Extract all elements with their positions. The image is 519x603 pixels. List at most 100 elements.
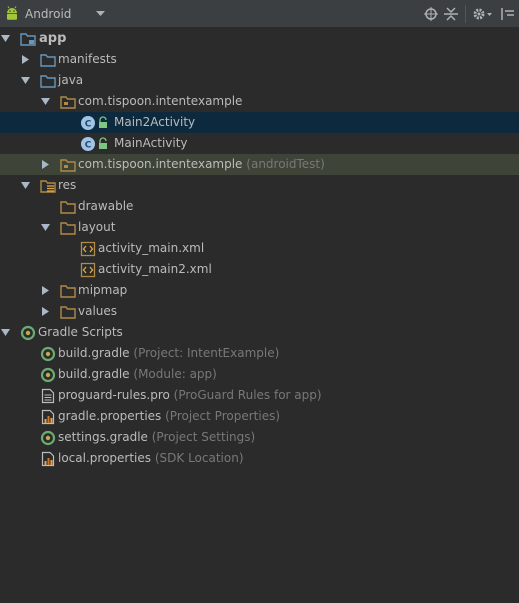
tree-item-activity-main2-xml[interactable]: activity_main2.xml	[0, 259, 519, 280]
expanded-arrow-icon[interactable]	[40, 96, 51, 107]
dropdown-arrow-icon[interactable]	[96, 9, 105, 18]
tree-label-text: proguard-rules.pro	[58, 388, 170, 402]
tree-label: com.tispoon.intentexample (androidTest)	[78, 157, 325, 172]
tree-item-values[interactable]: values	[0, 301, 519, 322]
class-icon: C	[80, 115, 96, 131]
collapsed-arrow-icon[interactable]	[20, 54, 31, 65]
tree-label: build.gradle (Module: app)	[58, 367, 217, 382]
tree-item-java[interactable]: java	[0, 70, 519, 91]
collapsed-arrow-icon[interactable]	[40, 285, 51, 296]
view-selector[interactable]: Android	[4, 4, 108, 24]
tree-label-text: settings.gradle	[58, 430, 148, 444]
tree-item-package-test[interactable]: com.tispoon.intentexample (androidTest)	[0, 154, 519, 175]
text-file-icon	[40, 388, 56, 404]
lock-icon	[97, 115, 113, 131]
tree-label: layout	[78, 220, 116, 234]
tree-item-activity-main-xml[interactable]: activity_main.xml	[0, 238, 519, 259]
expanded-arrow-icon[interactable]	[20, 75, 31, 86]
tree-label: app	[39, 31, 67, 46]
tree-label-hint: (androidTest)	[246, 157, 325, 171]
view-selector-label: Android	[25, 7, 72, 21]
lock-icon	[97, 136, 113, 152]
tree-label: Gradle Scripts	[38, 325, 123, 339]
folder-icon	[60, 220, 76, 236]
tree-label: java	[58, 73, 84, 87]
tree-label-hint: (SDK Location)	[154, 451, 244, 465]
tree-item-proguard-rules[interactable]: proguard-rules.pro (ProGuard Rules for a…	[0, 385, 519, 406]
gradle-icon	[40, 430, 56, 446]
collapsed-arrow-icon[interactable]	[40, 159, 51, 170]
tree-label: activity_main2.xml	[98, 262, 212, 276]
tree-item-build-gradle-project[interactable]: build.gradle (Project: IntentExample)	[0, 343, 519, 364]
expanded-arrow-icon[interactable]	[0, 327, 11, 338]
tree-item-local-properties[interactable]: local.properties (SDK Location)	[0, 448, 519, 469]
tree-label-text: gradle.properties	[58, 409, 162, 423]
tree-item-settings-gradle[interactable]: settings.gradle (Project Settings)	[0, 427, 519, 448]
module-folder-icon	[20, 31, 36, 47]
tree-label-text: build.gradle	[58, 367, 130, 381]
tree-label-text: com.tispoon.intentexample	[78, 157, 243, 171]
tree-label: build.gradle (Project: IntentExample)	[58, 346, 279, 361]
tree-item-build-gradle-module[interactable]: build.gradle (Module: app)	[0, 364, 519, 385]
package-icon	[60, 94, 76, 110]
tree-item-gradle-properties[interactable]: gradle.properties (Project Properties)	[0, 406, 519, 427]
class-icon: C	[80, 136, 96, 152]
android-icon	[4, 6, 20, 22]
tree-label: Main2Activity	[114, 115, 196, 129]
tree-item-main2activity[interactable]: C Main2Activity	[0, 112, 519, 133]
tree-item-mainactivity[interactable]: C MainActivity	[0, 133, 519, 154]
tree-item-drawable[interactable]: drawable	[0, 196, 519, 217]
tree-label: MainActivity	[114, 136, 188, 150]
gradle-icon	[40, 346, 56, 362]
tree-item-mipmap[interactable]: mipmap	[0, 280, 519, 301]
tree-label: settings.gradle (Project Settings)	[58, 430, 255, 445]
expanded-arrow-icon[interactable]	[20, 180, 31, 191]
tree-label: com.tispoon.intentexample	[78, 94, 243, 108]
tree-label: values	[78, 304, 118, 318]
tree-item-package-main[interactable]: com.tispoon.intentexample	[0, 91, 519, 112]
tree-item-layout[interactable]: layout	[0, 217, 519, 238]
collapse-all-icon[interactable]	[444, 5, 458, 23]
xml-file-icon	[80, 262, 96, 278]
tree-item-gradle-scripts[interactable]: Gradle Scripts	[0, 322, 519, 343]
hide-icon[interactable]	[500, 5, 516, 23]
resource-folder-icon	[40, 178, 56, 194]
tree-label: res	[58, 178, 77, 192]
tree-label: manifests	[58, 52, 117, 66]
collapsed-arrow-icon[interactable]	[40, 306, 51, 317]
properties-file-icon	[40, 409, 56, 425]
expanded-arrow-icon[interactable]	[40, 222, 51, 233]
settings-icon[interactable]	[472, 5, 494, 23]
folder-icon	[60, 199, 76, 215]
tree-item-res[interactable]: res	[0, 175, 519, 196]
gradle-icon	[40, 367, 56, 383]
tree-label-hint: (Project Settings)	[151, 430, 256, 444]
tree-label-text: build.gradle	[58, 346, 130, 360]
folder-icon	[60, 283, 76, 299]
tree-label-hint: (ProGuard Rules for app)	[173, 388, 322, 402]
xml-file-icon	[80, 241, 96, 257]
tree-label-text: local.properties	[58, 451, 152, 465]
tree-label: mipmap	[78, 283, 128, 297]
tree-label: drawable	[78, 199, 134, 213]
tree-label: proguard-rules.pro (ProGuard Rules for a…	[58, 388, 322, 403]
tree-item-app[interactable]: app	[0, 28, 519, 49]
tree-label: local.properties (SDK Location)	[58, 451, 244, 466]
folder-icon	[40, 52, 56, 68]
tree-label: activity_main.xml	[98, 241, 205, 255]
folder-icon	[60, 304, 76, 320]
folder-icon	[40, 73, 56, 89]
tree-label-hint: (Project: IntentExample)	[133, 346, 280, 360]
tree-label-hint: (Project Properties)	[165, 409, 281, 423]
expanded-arrow-icon[interactable]	[0, 33, 11, 44]
tree-item-manifests[interactable]: manifests	[0, 49, 519, 70]
scroll-to-source-icon[interactable]	[424, 5, 438, 23]
tree-label: gradle.properties (Project Properties)	[58, 409, 280, 424]
properties-file-icon	[40, 451, 56, 467]
svg-text:C: C	[85, 141, 92, 151]
gradle-icon	[20, 325, 36, 341]
package-icon	[60, 157, 76, 173]
toolbar-divider	[465, 5, 466, 23]
svg-text:C: C	[85, 120, 92, 130]
project-toolbar: Android	[0, 0, 519, 28]
